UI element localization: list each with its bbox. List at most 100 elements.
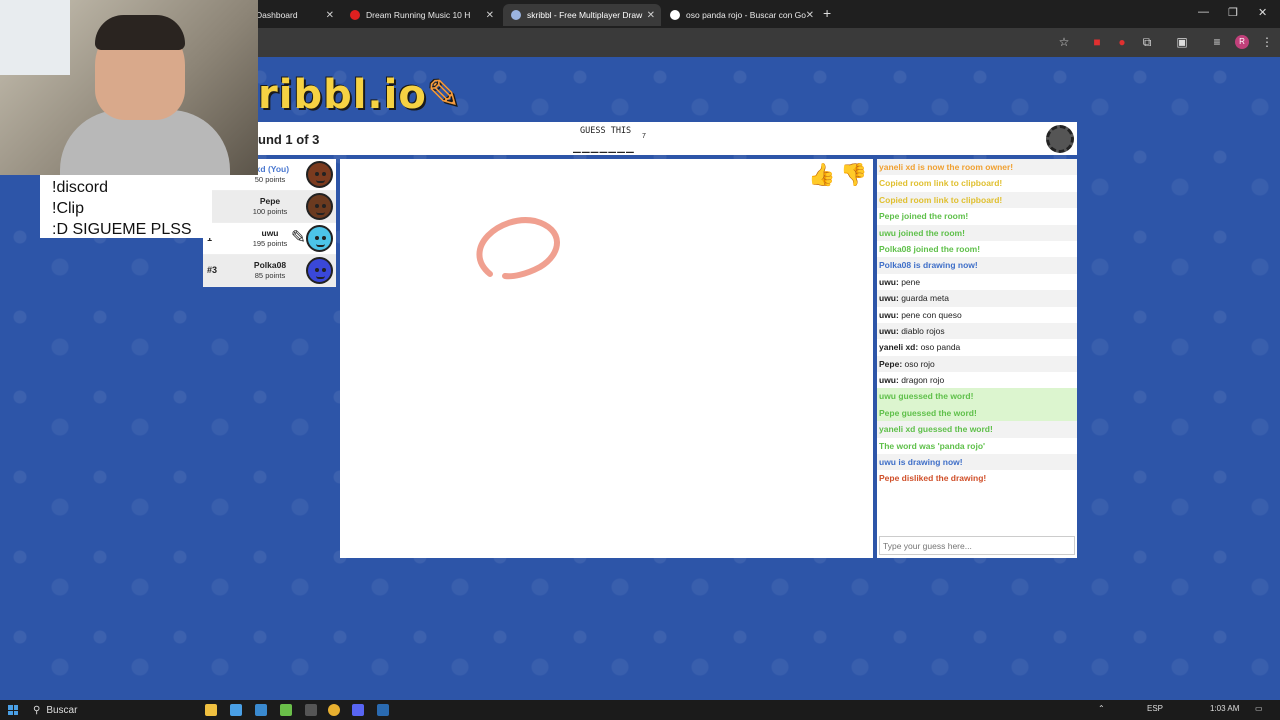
windows-start-icon[interactable] <box>8 705 18 715</box>
chat-username: uwu: <box>879 293 899 304</box>
player-list: y i xd (You) 50 points 2 Pepe 100 points… <box>203 159 336 287</box>
word-hint: _______ <box>573 139 635 154</box>
menu-icon[interactable]: ⋮ <box>1260 35 1274 49</box>
chat-text: guarda meta <box>898 293 949 304</box>
chat-message: uwu: diablo rojos <box>877 322 1077 340</box>
clock[interactable]: 1:03 AM <box>1210 704 1239 713</box>
webcam-overlay <box>0 0 258 175</box>
player-row: #3 Polka08 85 points <box>203 255 336 287</box>
search-label: Buscar <box>46 704 78 716</box>
language-indicator[interactable]: ESP <box>1147 704 1163 713</box>
skribbl-icon <box>511 10 521 20</box>
chat-system-text: Pepe guessed the word! <box>879 407 977 418</box>
window-close-icon[interactable]: ✕ <box>1258 6 1267 19</box>
settings-gear-icon[interactable] <box>1046 125 1074 153</box>
player-avatar <box>306 225 333 252</box>
webcam-person-hair <box>95 15 185 50</box>
app-icon[interactable] <box>230 704 242 716</box>
chat-text: pene <box>898 276 921 287</box>
guess-this-label: GUESS THIS <box>580 126 632 136</box>
steam-icon[interactable] <box>377 704 389 716</box>
cast-icon[interactable]: ▣ <box>1175 35 1189 49</box>
tab-dashboard[interactable]: Dashboard ✕ <box>248 4 340 26</box>
close-icon[interactable]: ✕ <box>647 10 655 21</box>
pencil-icon: ✎ <box>426 72 462 118</box>
chat-message: Pepe joined the room! <box>877 208 1077 224</box>
google-icon <box>670 10 680 20</box>
app-icon[interactable] <box>305 704 317 716</box>
tab-skribbl[interactable]: skribbl - Free Multiplayer Draw ✕ <box>503 4 661 26</box>
search-icon: ⚲ <box>33 704 41 716</box>
minimize-icon[interactable]: — <box>1198 6 1209 18</box>
thumbs-up-icon[interactable]: 👍 <box>808 162 835 188</box>
chat-username: uwu: <box>879 375 899 386</box>
tray-chevron-icon[interactable]: ⌃ <box>1098 704 1105 713</box>
chat-message: Copied room link to clipboard! <box>877 191 1077 209</box>
player-row: 1 uwu 195 points ✎ <box>203 223 336 255</box>
player-avatar <box>306 161 333 188</box>
chat-system-text: uwu is drawing now! <box>879 457 963 468</box>
player-avatar <box>306 257 333 284</box>
chat-system-text: Polka08 joined the room! <box>879 243 981 254</box>
drawing-canvas[interactable] <box>340 159 873 558</box>
tab-label: Dream Running Music 10 H <box>366 10 471 20</box>
chat-message: Polka08 is drawing now! <box>877 257 1077 274</box>
chat-message: Pepe: oso rojo <box>877 355 1077 373</box>
game-top-bar: und 1 of 3 GUESS THIS _______ 7 <box>258 122 1077 155</box>
new-tab-icon[interactable]: + <box>823 5 831 21</box>
stream-overlay-text: !discord !Clip :D SIGUEME PLSS <box>40 175 212 238</box>
tab-google[interactable]: oso panda rojo - Buscar con Go ✕ <box>662 4 820 26</box>
profile-avatar[interactable]: R <box>1235 35 1249 49</box>
close-icon[interactable]: ✕ <box>806 10 814 21</box>
chat-message: The word was 'panda rojo' <box>877 438 1077 454</box>
player-rank: #3 <box>207 265 218 275</box>
chat-message: Polka08 joined the room! <box>877 241 1077 257</box>
windows-taskbar: ⚲ Buscar ⌃ ESP 1:03 AM ▭ <box>0 700 1280 720</box>
close-icon[interactable]: ✕ <box>486 10 494 21</box>
extension-icon[interactable]: ■ <box>1090 35 1104 49</box>
app-icon[interactable] <box>255 704 267 716</box>
chat-system-text: Copied room link to clipboard! <box>879 178 1003 189</box>
chat-system-text: The word was 'panda rojo' <box>879 440 986 451</box>
chat-text: diablo rojos <box>898 325 945 336</box>
chat-username: Pepe: <box>879 358 903 369</box>
app-icon[interactable] <box>280 704 292 716</box>
player-points: 85 points <box>254 271 286 280</box>
chat-message: Pepe guessed the word! <box>877 404 1077 422</box>
tab-music[interactable]: Dream Running Music 10 H ✕ <box>342 4 500 26</box>
chat-message: Pepe disliked the drawing! <box>877 470 1077 486</box>
chat-message: uwu: dragon rojo <box>877 372 1077 388</box>
extension-icon[interactable]: ● <box>1115 35 1129 49</box>
guess-input[interactable] <box>879 536 1075 555</box>
chat-messages: yaneli xd is now the room owner! Copied r… <box>877 159 1077 487</box>
file-explorer-icon[interactable] <box>205 704 217 716</box>
star-icon[interactable]: ☆ <box>1057 35 1071 49</box>
drawing-pencil-icon: ✎ <box>290 227 306 247</box>
chat-username: uwu: <box>879 309 899 320</box>
chat-system-text: uwu joined the room! <box>879 227 965 238</box>
chat-text: pene con queso <box>898 309 962 320</box>
media-icon[interactable]: ≡ <box>1210 35 1224 49</box>
youtube-icon <box>350 10 360 20</box>
taskbar-search[interactable]: ⚲ Buscar <box>33 702 77 718</box>
chat-message: uwu: pene con queso <box>877 307 1077 323</box>
chat-message: uwu joined the room! <box>877 224 1077 241</box>
player-points: 100 points <box>252 207 288 216</box>
extensions-puzzle-icon[interactable]: ⧉ <box>1140 35 1154 49</box>
notification-icon[interactable]: ▭ <box>1255 704 1263 713</box>
chat-message: yaneli xd: oso panda <box>877 339 1077 355</box>
tab-label: oso panda rojo - Buscar con Go <box>686 10 807 20</box>
chat-text: oso panda <box>918 342 961 353</box>
chat-text: oso rojo <box>902 358 935 369</box>
drawing-stroke <box>476 217 560 280</box>
webcam-window-background <box>0 0 70 75</box>
chat-panel: yaneli xd is now the room owner! Copied r… <box>877 159 1077 558</box>
player-name: Pepe <box>259 196 281 206</box>
close-icon[interactable]: ✕ <box>326 10 334 21</box>
thumbs-down-icon[interactable]: 👎 <box>840 162 867 188</box>
restore-icon[interactable]: ❐ <box>1228 6 1238 19</box>
chrome-icon[interactable] <box>328 704 340 716</box>
discord-icon[interactable] <box>352 704 364 716</box>
chat-system-text: yaneli xd guessed the word! <box>879 424 993 435</box>
chat-username: yaneli xd: <box>879 342 919 353</box>
